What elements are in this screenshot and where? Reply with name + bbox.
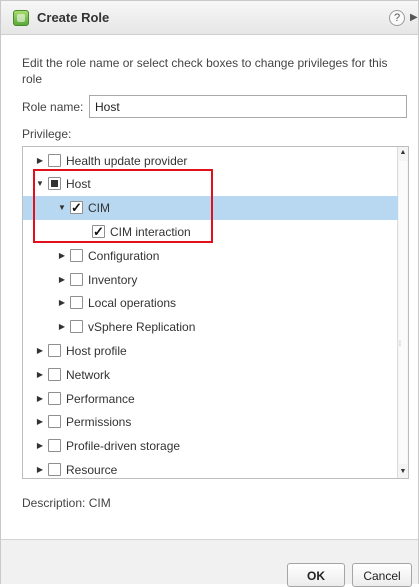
tree-row-label: Profile-driven storage	[66, 439, 181, 454]
tree-row-label: Performance	[66, 391, 135, 406]
collapse-arrow-icon[interactable]: ▼	[35, 172, 45, 196]
privilege-checkbox[interactable]	[48, 367, 61, 381]
expand-arrow-icon[interactable]: ▶	[57, 291, 67, 315]
tree-row[interactable]: ▶ Permissions	[23, 410, 398, 434]
scroll-thumb[interactable]	[399, 161, 407, 464]
privilege-checkbox[interactable]	[48, 391, 61, 405]
tree-row[interactable]: ▶ Performance	[23, 387, 398, 411]
dialog-footer: OK Cancel	[1, 539, 418, 587]
privilege-checkbox[interactable]	[70, 248, 83, 262]
tree-row-label: Resource	[66, 462, 118, 477]
tree-row-label: Permissions	[66, 415, 132, 430]
privilege-label: Privilege:	[22, 127, 72, 141]
tree-row[interactable]: ▶ Profile-driven storage	[23, 434, 398, 458]
tree-row-label: Host	[66, 177, 91, 192]
privilege-checkbox[interactable]	[70, 320, 83, 334]
privilege-checkbox[interactable]	[48, 153, 61, 167]
scroll-grip-icon: ⁞	[399, 341, 401, 348]
expand-arrow-icon[interactable]: ▶	[35, 410, 45, 434]
expand-arrow-icon[interactable]: ▶	[35, 149, 45, 173]
instructions-text: Edit the role name or select check boxes…	[22, 56, 388, 86]
expand-arrow-icon[interactable]: ▶	[35, 458, 45, 478]
expand-icon[interactable]: ▶	[410, 11, 418, 25]
expand-arrow-icon[interactable]: ▶	[57, 244, 67, 268]
tree-row[interactable]: ▶ Network	[23, 363, 398, 387]
tree-row[interactable]: CIM interaction	[23, 220, 398, 244]
tree-row[interactable]: ▼ CIM	[23, 196, 398, 221]
privilege-checkbox[interactable]	[48, 343, 61, 357]
role-name-input[interactable]	[89, 95, 407, 118]
collapse-arrow-icon[interactable]: ▼	[57, 196, 67, 220]
title-bar[interactable]: Create Role ? ▶	[1, 1, 418, 35]
tree-row[interactable]: ▼ Host	[23, 172, 398, 196]
expand-arrow-icon[interactable]: ▶	[35, 339, 45, 363]
expand-arrow-icon[interactable]: ▶	[57, 315, 67, 339]
tree-row[interactable]: ▶ Local operations	[23, 291, 398, 315]
tree-row[interactable]: ▶ vSphere Replication	[23, 315, 398, 339]
privilege-checkbox[interactable]	[48, 177, 61, 191]
privilege-checkbox[interactable]	[92, 220, 105, 244]
tree-row-label: Local operations	[88, 296, 177, 311]
tree-scrollbar[interactable]: ▲ ⁞ ▼	[397, 147, 408, 478]
privilege-checkbox[interactable]	[48, 439, 61, 453]
cancel-button[interactable]: Cancel	[352, 563, 412, 587]
tree-row[interactable]: ▶ Host profile	[23, 339, 398, 363]
create-role-dialog: Create Role ? ▶ Edit the role name or se…	[0, 0, 419, 587]
scroll-up-icon[interactable]: ▲	[398, 147, 408, 159]
expand-arrow-icon[interactable]: ▶	[35, 387, 45, 411]
expand-arrow-icon[interactable]: ▶	[57, 268, 67, 292]
tree-row-label: Host profile	[66, 343, 127, 358]
privilege-checkbox[interactable]	[48, 415, 61, 429]
tree-row-label: vSphere Replication	[88, 320, 196, 335]
expand-arrow-icon[interactable]: ▶	[35, 363, 45, 387]
scroll-down-icon[interactable]: ▼	[398, 466, 408, 478]
description-text: Description: CIM	[22, 496, 111, 510]
tree-row-label: Inventory	[88, 272, 138, 287]
role-name-label: Role name:	[22, 100, 84, 114]
tree-row-label: CIM	[88, 201, 110, 216]
tree-row-label: Health update provider	[66, 153, 188, 168]
privilege-checkbox[interactable]	[70, 272, 83, 286]
tree-row[interactable]: ▶ Configuration	[23, 244, 398, 268]
tree-row-label: CIM interaction	[110, 224, 191, 239]
tree-row[interactable]: ▶ Health update provider	[23, 149, 398, 173]
privilege-checkbox[interactable]	[48, 462, 61, 476]
expand-arrow-icon[interactable]: ▶	[35, 434, 45, 458]
dialog-title: Create Role	[37, 10, 110, 25]
ok-button[interactable]: OK	[287, 563, 345, 587]
role-app-icon	[13, 10, 29, 26]
help-icon[interactable]: ?	[389, 10, 405, 26]
privilege-checkbox[interactable]	[70, 296, 83, 310]
tree-row[interactable]: ▶ Resource	[23, 458, 398, 478]
privilege-tree[interactable]: ▲ ⁞ ▼ ▶ Health update provider ▼ Host ▼ CIMCI…	[22, 146, 409, 479]
privilege-checkbox[interactable]	[70, 196, 83, 220]
tree-row[interactable]: ▶ Inventory	[23, 268, 398, 292]
tree-row-label: Configuration	[88, 248, 160, 263]
tree-row-label: Network	[66, 367, 111, 382]
